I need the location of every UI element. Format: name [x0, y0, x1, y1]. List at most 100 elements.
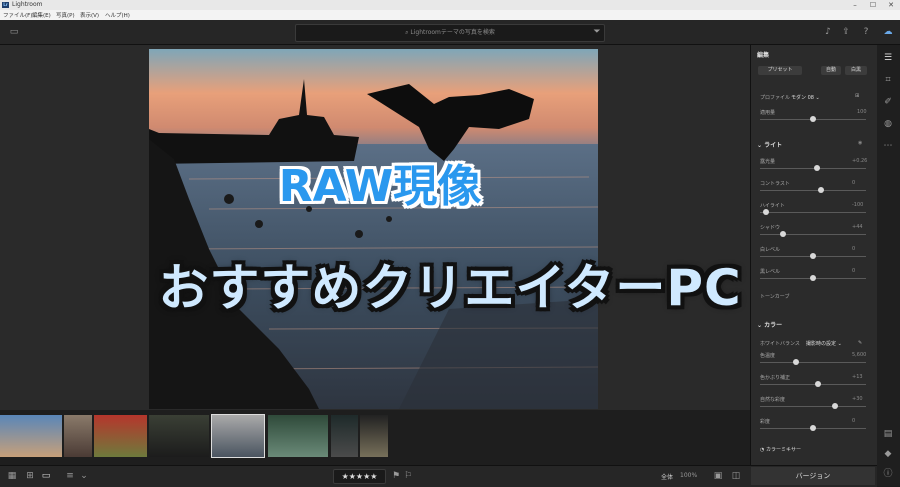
color-slider-label: 色温度 [760, 353, 776, 359]
light-slider[interactable] [760, 165, 866, 171]
light-slider-knob[interactable] [763, 209, 769, 215]
color-section[interactable]: ⌄ カラー [757, 320, 782, 329]
light-slider-label: 白レベル [760, 247, 781, 253]
light-slider[interactable] [760, 187, 866, 193]
thumbnail[interactable] [94, 415, 147, 457]
light-slider-knob[interactable] [814, 165, 820, 171]
thumbnail[interactable] [268, 415, 328, 457]
light-slider-knob[interactable] [818, 187, 824, 193]
color-mixer-row[interactable]: ◔ カラーミキサー [760, 446, 801, 453]
grid-view-icon[interactable]: ▦ [6, 470, 18, 482]
zoom-value[interactable]: 100% [680, 472, 697, 479]
panel-toggle-icon[interactable]: ▭ [8, 26, 20, 38]
version-button[interactable]: バージョン [751, 467, 875, 485]
more-icon[interactable]: ⋯ [882, 140, 894, 152]
thumbnail[interactable] [360, 415, 388, 457]
search-input[interactable]: ⌕ Lightroomテーマの写真を検索 [295, 24, 605, 42]
eye-icon[interactable]: ◉ [858, 140, 862, 146]
window-title: Lightroom [12, 1, 43, 8]
menu-view[interactable]: 表示(V) [80, 11, 99, 19]
eyedropper-icon[interactable]: ✎ [858, 340, 862, 346]
preset-button[interactable]: プリセット [758, 66, 802, 75]
light-slider-knob[interactable] [810, 275, 816, 281]
color-section-label: カラー [764, 322, 783, 329]
detail-view-icon[interactable]: ▭ [40, 470, 52, 482]
info-icon[interactable]: ⓘ [882, 468, 894, 480]
color-slider-label: 自然な彩度 [760, 397, 786, 403]
amount-label: 適用量 [760, 110, 776, 116]
color-slider[interactable] [760, 403, 866, 409]
light-slider-value: 0 [852, 268, 856, 274]
light-slider[interactable] [760, 253, 866, 259]
search-placeholder: Lightroomテーマの写真を検索 [410, 29, 495, 36]
bw-button[interactable]: 白黒 [845, 66, 867, 75]
color-slider-knob[interactable] [815, 381, 821, 387]
fit-label[interactable]: 全体 [661, 472, 673, 481]
color-slider-knob[interactable] [793, 359, 799, 365]
color-slider[interactable] [760, 381, 866, 387]
profile-grid-icon[interactable]: ⊞ [855, 93, 859, 99]
overlay-title: RAW現像 [278, 161, 482, 212]
title-bar: Lr Lightroom – ☐ ✕ [0, 0, 900, 10]
reject-flag-icon[interactable]: ⚐ [402, 470, 414, 482]
light-slider-value: -100 [852, 202, 864, 208]
amount-knob[interactable] [810, 116, 816, 122]
menu-help[interactable]: ヘルプ(H) [105, 11, 130, 19]
amount-slider[interactable] [760, 116, 866, 122]
light-slider-value: +0.26 [852, 158, 868, 164]
cloud-icon[interactable]: ☁ [882, 26, 894, 38]
light-slider-knob[interactable] [810, 253, 816, 259]
light-slider[interactable] [760, 209, 866, 215]
color-slider-knob[interactable] [810, 425, 816, 431]
edit-sliders-icon[interactable]: ☰ [882, 52, 894, 64]
flag-icon[interactable]: ⚑ [390, 470, 402, 482]
healing-icon[interactable]: ✐ [882, 96, 894, 108]
close-icon[interactable]: ✕ [882, 0, 900, 10]
menu-edit[interactable]: 編集(E) [32, 11, 51, 19]
square-grid-icon[interactable]: ⊞ [24, 470, 36, 482]
thumbnail-selected[interactable] [211, 414, 265, 458]
thumbnail[interactable] [331, 415, 358, 457]
color-slider[interactable] [760, 425, 866, 431]
light-slider-knob[interactable] [780, 231, 786, 237]
wb-dropdown[interactable]: 撮影時の設定 ⌄ [806, 340, 842, 347]
star-rating[interactable]: ★★★★★ [333, 469, 386, 484]
thumbnail[interactable] [64, 415, 92, 457]
menu-file[interactable]: ファイル(F) [3, 11, 32, 19]
thumbnail[interactable] [0, 415, 62, 457]
light-slider[interactable] [760, 231, 866, 237]
sort-icon[interactable]: ≡ [64, 470, 76, 482]
before-after-icon[interactable]: ◫ [730, 470, 742, 482]
minimize-icon[interactable]: – [846, 0, 864, 10]
color-slider[interactable] [760, 359, 866, 365]
light-section[interactable]: ⌄ ライト [757, 140, 782, 149]
compare-icon[interactable]: ▣ [712, 470, 724, 482]
filter-icon[interactable]: ⏷ [591, 26, 603, 38]
profile-dropdown[interactable]: モダン 08 ⌄ [791, 94, 820, 101]
curve-label[interactable]: トーンカーブ [760, 293, 789, 300]
preset-label: プリセット [767, 67, 793, 73]
app-logo-icon: Lr [2, 2, 9, 8]
color-slider-knob[interactable] [832, 403, 838, 409]
light-slider[interactable] [760, 275, 866, 281]
comment-icon[interactable]: ▤ [882, 428, 894, 440]
crop-icon[interactable]: ⌗ [882, 74, 894, 86]
bw-label: 白黒 [850, 67, 861, 73]
share-icon[interactable]: ⇪ [840, 26, 852, 38]
color-slider-value: +13 [852, 374, 863, 380]
edit-photo[interactable] [149, 49, 598, 409]
thumbnail[interactable] [149, 415, 209, 457]
masking-icon[interactable]: ◍ [882, 118, 894, 130]
help-icon[interactable]: ? [860, 26, 872, 38]
bell-icon[interactable]: ♪ [822, 26, 834, 38]
light-slider-label: シャドウ [760, 225, 781, 231]
auto-button[interactable]: 自動 [821, 66, 841, 75]
color-slider-label: 彩度 [760, 419, 771, 425]
wb-value: 撮影時の設定 [806, 341, 837, 347]
maximize-icon[interactable]: ☐ [864, 0, 882, 10]
light-slider-label: コントラスト [760, 181, 790, 187]
tag-icon[interactable]: ◆ [882, 448, 894, 460]
menu-photo[interactable]: 写真(P) [56, 11, 75, 19]
chevron-down-icon[interactable]: ⌄ [78, 470, 90, 482]
auto-label: 自動 [825, 67, 836, 73]
